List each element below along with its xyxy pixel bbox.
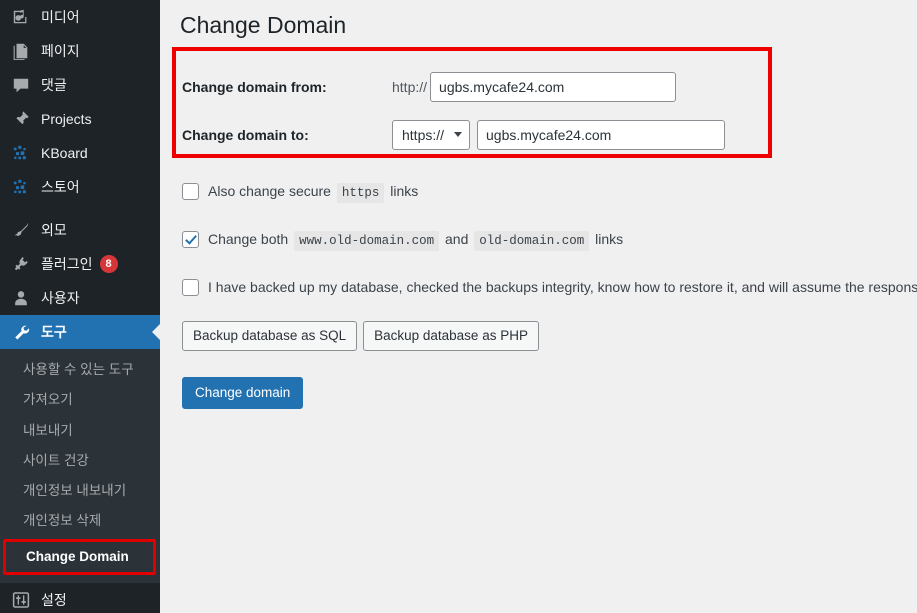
change-domain-to-label: Change domain to:	[182, 126, 309, 143]
change-domain-from-row: Change domain from: http://	[160, 63, 917, 111]
option-checkbox-2[interactable]	[182, 230, 199, 248]
option-text-token: I have backed up my database, checked th…	[208, 278, 917, 295]
sidebar-item-스토어[interactable]: 스토어	[0, 170, 160, 204]
option-checkbox-3[interactable]	[182, 278, 199, 296]
submenu-item-change-domain[interactable]: Change Domain	[3, 538, 156, 575]
change-domain-submit-button[interactable]: Change domain	[182, 376, 304, 409]
option-row-3: I have backed up my database, checked th…	[160, 278, 917, 296]
change-domain-from-input[interactable]	[430, 71, 677, 102]
sidebar-item-projects[interactable]: Projects	[0, 102, 160, 136]
options-list: Also change secure https links Change bot…	[160, 182, 917, 296]
from-protocol-text: http://	[392, 78, 428, 95]
domain-form: Change domain from: http:// Change domai…	[160, 63, 917, 159]
backup-database-as-sql-button[interactable]: Backup database as SQL	[182, 320, 358, 351]
change-domain-from-label: Change domain from:	[182, 78, 327, 95]
option-text-token: and	[445, 230, 469, 247]
chevron-down-icon	[454, 131, 462, 137]
to-protocol-select[interactable]: https://	[392, 119, 470, 150]
change-domain-to-row: Change domain to: https://	[160, 111, 917, 159]
main-content: Change Domain Change domain from: http:/…	[160, 0, 917, 613]
sidebar-item-label: 미디어	[41, 9, 80, 25]
option-checkbox-1[interactable]	[182, 182, 199, 200]
settings-icon	[10, 590, 32, 610]
sidebar-item-label: 댓글	[41, 77, 67, 93]
sidebar-item-label: Projects	[41, 111, 92, 127]
option-text-token: links	[390, 182, 419, 199]
sidebar-item-label: 플러그인	[41, 256, 93, 272]
dots-grid-icon	[10, 143, 32, 163]
pin-icon	[10, 109, 32, 129]
option-label-3: I have backed up my database, checked th…	[208, 278, 917, 296]
option-text-token: links	[595, 230, 624, 247]
media-icon	[10, 7, 32, 27]
option-row-2: Change both www.old-domain.com and old-d…	[160, 230, 917, 251]
sidebar-item-미디어[interactable]: 미디어	[0, 0, 160, 34]
sidebar-item-설정[interactable]: 설정	[0, 583, 160, 613]
submenu-item-개인정보-내보내기[interactable]: 개인정보 내보내기	[0, 476, 160, 506]
sidebar-item-페이지[interactable]: 페이지	[0, 34, 160, 68]
sidebar-menu-after-submenu: 설정	[0, 583, 160, 613]
admin-sidebar: 미디어페이지댓글 Projects KBoard 스토어외모플러그인 8 사용자도구 사용…	[0, 0, 160, 613]
submenu-item-가져오기[interactable]: 가져오기	[0, 385, 160, 415]
update-count-badge: 8	[99, 255, 118, 273]
user-icon	[10, 288, 32, 308]
option-text-token: Change both	[208, 230, 289, 247]
sidebar-item-label: 스토어	[41, 179, 80, 195]
sidebar-item-label: 페이지	[41, 43, 80, 59]
brush-icon	[10, 220, 32, 240]
plugin-icon	[10, 254, 32, 274]
option-label-1: Also change secure https links	[208, 182, 418, 203]
change-domain-to-field: https://	[392, 119, 725, 150]
sidebar-item-label: 외모	[41, 222, 67, 238]
sidebar-menu: 미디어페이지댓글 Projects KBoard 스토어외모플러그인 8 사용자도구	[0, 0, 160, 349]
option-code-token: old-domain.com	[474, 230, 590, 251]
submenu-item-사용할-수-있는-도구[interactable]: 사용할 수 있는 도구	[0, 355, 160, 385]
sidebar-item-label: 도구	[41, 324, 67, 340]
option-label-2: Change both www.old-domain.com and old-d…	[208, 230, 623, 251]
tools-submenu: 사용할 수 있는 도구 가져오기 내보내기 사이트 건강 개인정보 내보내기 개인정보 삭…	[0, 349, 160, 583]
wordpress-admin-screen: 미디어페이지댓글 Projects KBoard 스토어외모플러그인 8 사용자도구 사용…	[0, 0, 917, 613]
comments-icon	[10, 75, 32, 95]
backup-database-as-php-button[interactable]: Backup database as PHP	[363, 320, 539, 351]
change-domain-from-field: http://	[392, 71, 677, 102]
tools-icon	[10, 322, 32, 342]
sidebar-item-외모[interactable]: 외모	[0, 213, 160, 247]
change-domain-to-input[interactable]	[477, 119, 725, 150]
sidebar-item-kboard[interactable]: KBoard	[0, 136, 160, 170]
sidebar-item-label: KBoard	[41, 145, 88, 161]
submit-row: Change domain	[160, 376, 917, 409]
backup-buttons-row: Backup database as SQL Backup database a…	[160, 320, 917, 351]
to-protocol-selected-value: https://	[402, 126, 445, 143]
sidebar-item-플러그인[interactable]: 플러그인 8	[0, 247, 160, 281]
sidebar-item-label: 설정	[41, 591, 67, 608]
option-code-token: https	[336, 182, 385, 203]
submenu-item-개인정보-삭제[interactable]: 개인정보 삭제	[0, 506, 160, 536]
sidebar-item-댓글[interactable]: 댓글	[0, 68, 160, 102]
option-text-token: Also change secure	[208, 182, 331, 199]
sidebar-item-사용자[interactable]: 사용자	[0, 281, 160, 315]
pages-icon	[10, 41, 32, 61]
dots-grid-icon	[10, 177, 32, 197]
sidebar-item-도구[interactable]: 도구	[0, 315, 160, 349]
submenu-item-내보내기[interactable]: 내보내기	[0, 416, 160, 446]
option-row-1: Also change secure https links	[160, 182, 917, 203]
submenu-item-사이트-건강[interactable]: 사이트 건강	[0, 446, 160, 476]
option-code-token: www.old-domain.com	[294, 230, 440, 251]
page-title: Change Domain	[180, 12, 347, 38]
sidebar-separator	[0, 204, 160, 213]
sidebar-item-label: 사용자	[41, 290, 80, 306]
